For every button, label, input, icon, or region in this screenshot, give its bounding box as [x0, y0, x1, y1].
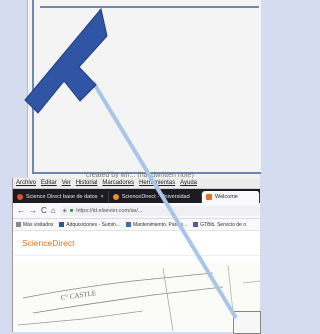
- elsevier-favicon-icon: [206, 194, 213, 200]
- bookmark-favicon-icon: [193, 222, 199, 227]
- tab-label: Science Direct base de datos: [26, 194, 98, 200]
- favicon-icon: [112, 194, 119, 200]
- map-sketch: C° CASTLE: [13, 263, 260, 332]
- bookmark-favicon-icon: [59, 222, 65, 227]
- url-bar[interactable]: ◈ ■ https://id.elsevier.com/as/...: [59, 205, 260, 216]
- menu-marcadores[interactable]: Marcadores: [102, 180, 134, 186]
- menu-historial[interactable]: Historial: [76, 180, 98, 186]
- shield-icon: ◈: [62, 207, 67, 214]
- menu-ayuda[interactable]: Ayuda: [180, 180, 197, 186]
- bookmarks-bar: Más visitados Adquisiciones - Sumin... M…: [13, 219, 260, 231]
- browser-toolbar: ← → C ⌂ ◈ ■ https://id.elsevier.com/as/.…: [13, 203, 260, 219]
- bookmark-label: Adquisiciones - Sumin...: [66, 221, 120, 228]
- menu-ver[interactable]: Ver: [62, 180, 71, 186]
- gear-icon: [16, 222, 21, 227]
- tab-sciencedirect-universidad[interactable]: ScienceDirect - Universidad: [109, 191, 203, 203]
- bookmark-favicon-icon: [125, 222, 131, 227]
- slide-content-frame: [32, 0, 261, 174]
- tab-label: Welcome: [215, 194, 238, 200]
- bookmark-gtbib[interactable]: GTBib. Servicio de o: [193, 222, 246, 228]
- reload-icon[interactable]: C: [41, 206, 47, 215]
- url-text: https://id.elsevier.com/as/...: [76, 207, 143, 214]
- menu-archivo[interactable]: Archivo: [16, 180, 36, 186]
- home-icon[interactable]: ⌂: [51, 206, 56, 215]
- bookmark-label: Más visitados: [23, 221, 54, 228]
- tab-sciencedirect-base[interactable]: Science Direct base de datos ×: [13, 191, 109, 203]
- bookmark-label: GTBib. Servicio de o: [200, 221, 246, 228]
- bookmark-mantenimiento[interactable]: Mantenimiento, Partes...: [125, 221, 188, 228]
- bookmark-adquisiciones[interactable]: Adquisiciones - Sumin...: [59, 222, 120, 228]
- browser-screenshot: Archivo Editar Ver Historial Marcadores …: [12, 178, 260, 332]
- photo-inset: [233, 311, 261, 334]
- browser-tabbar: Science Direct base de datos × ScienceDi…: [13, 189, 260, 203]
- sciencedirect-logo[interactable]: ScienceDirect: [22, 238, 74, 248]
- forward-arrow-icon[interactable]: →: [29, 206, 37, 215]
- slide-frame-top-border: [40, 0, 259, 8]
- favicon-icon: [17, 194, 23, 200]
- bookmark-mas-visitados[interactable]: Más visitados: [16, 222, 53, 228]
- bookmark-label: Mantenimiento, Partes...: [132, 221, 188, 228]
- lock-icon: ■: [69, 207, 74, 214]
- map-street-label: C° CASTLE: [60, 289, 96, 302]
- menu-herramientas[interactable]: Herramientas: [139, 180, 175, 186]
- tab-welcome[interactable]: Welcome: [202, 191, 260, 203]
- close-icon[interactable]: ×: [101, 194, 104, 200]
- map-lines-icon: C° CASTLE: [17, 264, 260, 332]
- browser-menubar: Archivo Editar Ver Historial Marcadores …: [13, 178, 260, 189]
- sciencedirect-header: ScienceDirect: [13, 231, 260, 256]
- back-arrow-icon[interactable]: ←: [17, 206, 25, 215]
- tab-label: ScienceDirect - Universidad: [121, 194, 190, 200]
- menu-editar[interactable]: Editar: [41, 180, 57, 186]
